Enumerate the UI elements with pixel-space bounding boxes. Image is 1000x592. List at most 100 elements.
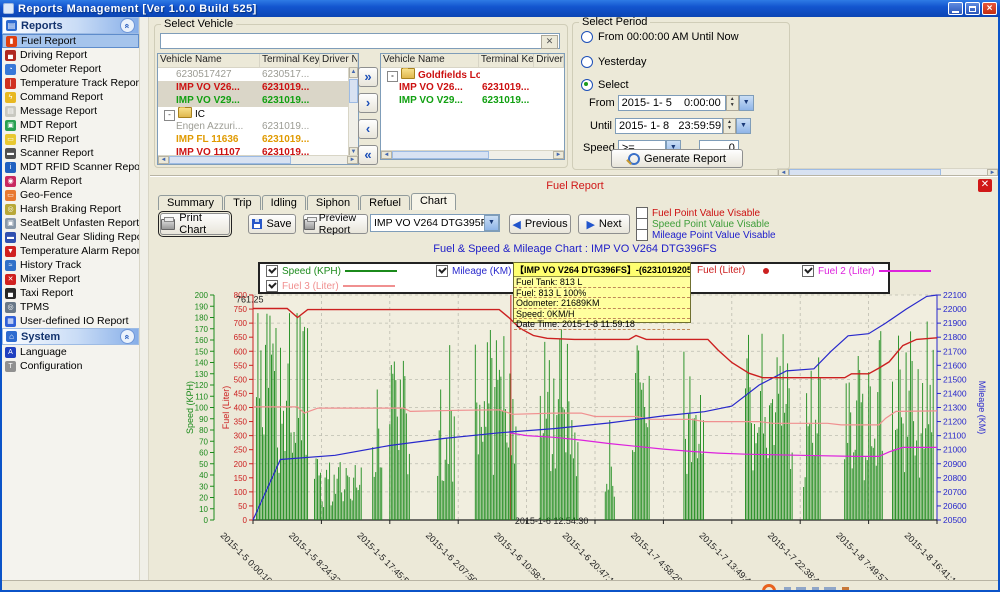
- tab-trip[interactable]: Trip: [224, 195, 261, 210]
- radio-select[interactable]: Select: [581, 79, 629, 91]
- sidebar-item-history-track[interactable]: ≈History Track: [2, 258, 139, 272]
- tab-idling[interactable]: Idling: [262, 195, 306, 210]
- vehicle-row-imp-vo-v29[interactable]: IMP VO V29...6231019...: [158, 94, 358, 107]
- sidebar-item-seatbelt-unfasten-report[interactable]: ▣SeatBelt Unfasten Report: [2, 216, 139, 230]
- tree-expander-icon[interactable]: -: [164, 110, 175, 121]
- sidebar-header-system[interactable]: ⌂ System «: [2, 328, 139, 345]
- move-left-icon[interactable]: ‹: [358, 119, 378, 139]
- vehicle-combo[interactable]: IMP VO V264 DTG395FS ▼: [370, 214, 500, 232]
- collapse-reports-icon[interactable]: «: [120, 18, 135, 33]
- tab-siphon[interactable]: Siphon: [307, 195, 359, 210]
- sidebar-item-driving-report[interactable]: ▄Driving Report: [2, 48, 139, 62]
- sidebar-item-alarm-report[interactable]: ◉Alarm Report: [2, 174, 139, 188]
- legend-entry-speed-kph[interactable]: Speed (KPH): [266, 265, 397, 277]
- radio-from-midnight[interactable]: From 00:00:00 AM Until Now: [581, 31, 739, 43]
- sidebar-item-fuel-report[interactable]: ▮Fuel Report: [2, 34, 139, 48]
- legend-checkbox-icon[interactable]: [266, 265, 278, 277]
- column-header-driver-nam[interactable]: Driver Nam: [534, 54, 564, 67]
- vehicle-row-imp-vo-v29[interactable]: IMP VO V29...6231019...: [381, 94, 564, 107]
- vehicle-row-imp-vo-v26[interactable]: IMP VO V26...6231019...: [158, 81, 358, 94]
- alarm-icon: ◉: [5, 176, 16, 187]
- sidebar-item-command-report[interactable]: ϟCommand Report: [2, 90, 139, 104]
- vehicle-row-6230517427[interactable]: 62305174276230517...: [158, 68, 358, 81]
- tab-refuel[interactable]: Refuel: [360, 195, 410, 210]
- fuel-speed-mileage-chart[interactable]: 0102030405060708090100110120130140150160…: [186, 288, 998, 580]
- tab-summary[interactable]: Summary: [158, 195, 223, 210]
- legend-entry-fuel-3-liter[interactable]: Fuel 3 (Liter): [266, 280, 395, 292]
- save-button[interactable]: Save: [248, 214, 296, 234]
- legend-checkbox-icon[interactable]: [436, 265, 448, 277]
- vehicle-row-ic[interactable]: -IC: [158, 107, 358, 120]
- vehicle-row-imp-fl-11636[interactable]: IMP FL 116366231019...: [158, 133, 358, 146]
- collapse-system-icon[interactable]: «: [120, 329, 135, 344]
- until-dropdown-icon[interactable]: ▼: [736, 118, 751, 134]
- close-button[interactable]: ×: [982, 2, 997, 15]
- vehicle-row-goldfields-lo[interactable]: -Goldfields Lo...: [381, 68, 564, 81]
- sidebar-item-taxi-report[interactable]: ▄Taxi Report: [2, 286, 139, 300]
- column-header-vehicle-name[interactable]: Vehicle Name: [158, 54, 260, 67]
- sidebar-header-reports[interactable]: ▤ Reports «: [2, 17, 139, 34]
- tree-expander-icon[interactable]: -: [387, 71, 398, 82]
- sidebar-scrollbar[interactable]: [139, 17, 149, 580]
- move-all-right-icon[interactable]: »: [358, 67, 378, 87]
- from-spinner[interactable]: ▲▼: [726, 95, 739, 111]
- legend-entry-fuel-2-liter[interactable]: Fuel 2 (Liter): [802, 265, 931, 277]
- sidebar-item-configuration[interactable]: TConfiguration: [2, 359, 139, 373]
- vehicle-list-vscrollbar[interactable]: ▲▼: [348, 67, 358, 156]
- column-header-vehicle-name[interactable]: Vehicle Name: [381, 54, 479, 67]
- legend-checkbox-icon[interactable]: [266, 280, 278, 292]
- radio-icon[interactable]: [581, 31, 593, 43]
- maximize-button[interactable]: [965, 2, 980, 15]
- svg-text:21400: 21400: [943, 388, 967, 398]
- legend-entry-fuel-liter[interactable]: Fuel (Liter): [697, 265, 769, 276]
- sidebar-item-mdt-report[interactable]: ▣MDT Report: [2, 118, 139, 132]
- legend-checkbox-icon[interactable]: [802, 265, 814, 277]
- generate-report-button[interactable]: Generate Report: [611, 149, 743, 168]
- sidebar-item-temperature-track-report[interactable]: |Temperature Track Report: [2, 76, 139, 90]
- vehicle-row-engen-azzuri[interactable]: Engen Azzuri...6231019...: [158, 120, 358, 133]
- sidebar-item-neutral-gear-sliding-report[interactable]: ▬Neutral Gear Sliding Report: [2, 230, 139, 244]
- sidebar-item-geo-fence[interactable]: ▭Geo-Fence: [2, 188, 139, 202]
- sidebar-item-harsh-braking-report[interactable]: ◎Harsh Braking Report: [2, 202, 139, 216]
- sidebar-item-message-report[interactable]: ▤Message Report: [2, 104, 139, 118]
- sidebar-item-scanner-report[interactable]: ▬Scanner Report: [2, 146, 139, 160]
- radio-icon[interactable]: [581, 56, 593, 68]
- sidebar-item-label: Message Report: [20, 105, 97, 117]
- vehicle-list-hscrollbar[interactable]: ◄ ►: [158, 155, 358, 164]
- preview-report-button[interactable]: Preview Report: [303, 214, 368, 234]
- sidebar-item-rfid-report[interactable]: ▭RFID Report: [2, 132, 139, 146]
- sidebar-item-odometer-report[interactable]: ◔Odometer Report: [2, 62, 139, 76]
- tab-chart[interactable]: Chart: [411, 193, 456, 210]
- radio-icon[interactable]: [581, 79, 593, 91]
- until-spinner[interactable]: ▲▼: [723, 118, 736, 134]
- previous-button[interactable]: ◀ Previous: [509, 214, 571, 234]
- vehicle-list-selected[interactable]: Vehicle NameTerminal KeyDriver Nam -Gold…: [380, 53, 565, 160]
- sidebar-item-temperature-alarm-report[interactable]: ▼Temperature Alarm Report: [2, 244, 139, 258]
- close-report-icon[interactable]: ✕: [978, 179, 992, 192]
- column-header-terminal-key[interactable]: Terminal Key: [260, 54, 320, 67]
- next-button[interactable]: ▶ Next: [578, 214, 630, 234]
- checkbox-mileage-point-value-visable[interactable]: Mileage Point Value Visable: [636, 229, 776, 241]
- sidebar-item-mdt-rfid-scanner-report[interactable]: iMDT RFID Scanner Report: [2, 160, 139, 174]
- move-right-icon[interactable]: ›: [358, 93, 378, 113]
- clear-search-icon[interactable]: ✕: [541, 35, 558, 49]
- checkbox-icon[interactable]: [636, 229, 648, 241]
- vehicle-list-available[interactable]: Vehicle NameTerminal KeyDriver Nam 62305…: [157, 53, 359, 165]
- from-datetime-field[interactable]: 2015- 1- 5 0:00:00: [618, 95, 726, 111]
- vehicle-row-imp-vo-v26[interactable]: IMP VO V26...6231019...: [381, 81, 564, 94]
- sidebar-item-mixer-report[interactable]: ✕Mixer Report: [2, 272, 139, 286]
- sidebar-item-user-defined-io-report[interactable]: ▦User-defined IO Report: [2, 314, 139, 328]
- sidebar-item-tpms[interactable]: ◎TPMS: [2, 300, 139, 314]
- vehicle-search-input[interactable]: ✕: [160, 33, 560, 49]
- radio-yesterday[interactable]: Yesterday: [581, 56, 647, 68]
- minimize-button[interactable]: [948, 2, 963, 15]
- vehicle-combo-dropdown-icon[interactable]: ▼: [484, 215, 499, 231]
- move-all-left-icon[interactable]: «: [358, 145, 378, 165]
- until-datetime-field[interactable]: 2015- 1- 8 23:59:59: [615, 118, 723, 134]
- from-dropdown-icon[interactable]: ▼: [739, 95, 754, 111]
- column-header-terminal-key[interactable]: Terminal Key: [479, 54, 534, 67]
- sidebar-item-language[interactable]: ALanguage: [2, 345, 139, 359]
- print-chart-button[interactable]: Print Chart: [160, 213, 230, 235]
- column-header-driver-nam[interactable]: Driver Nam: [320, 54, 358, 67]
- selected-list-hscrollbar[interactable]: ◄ ►: [381, 150, 564, 159]
